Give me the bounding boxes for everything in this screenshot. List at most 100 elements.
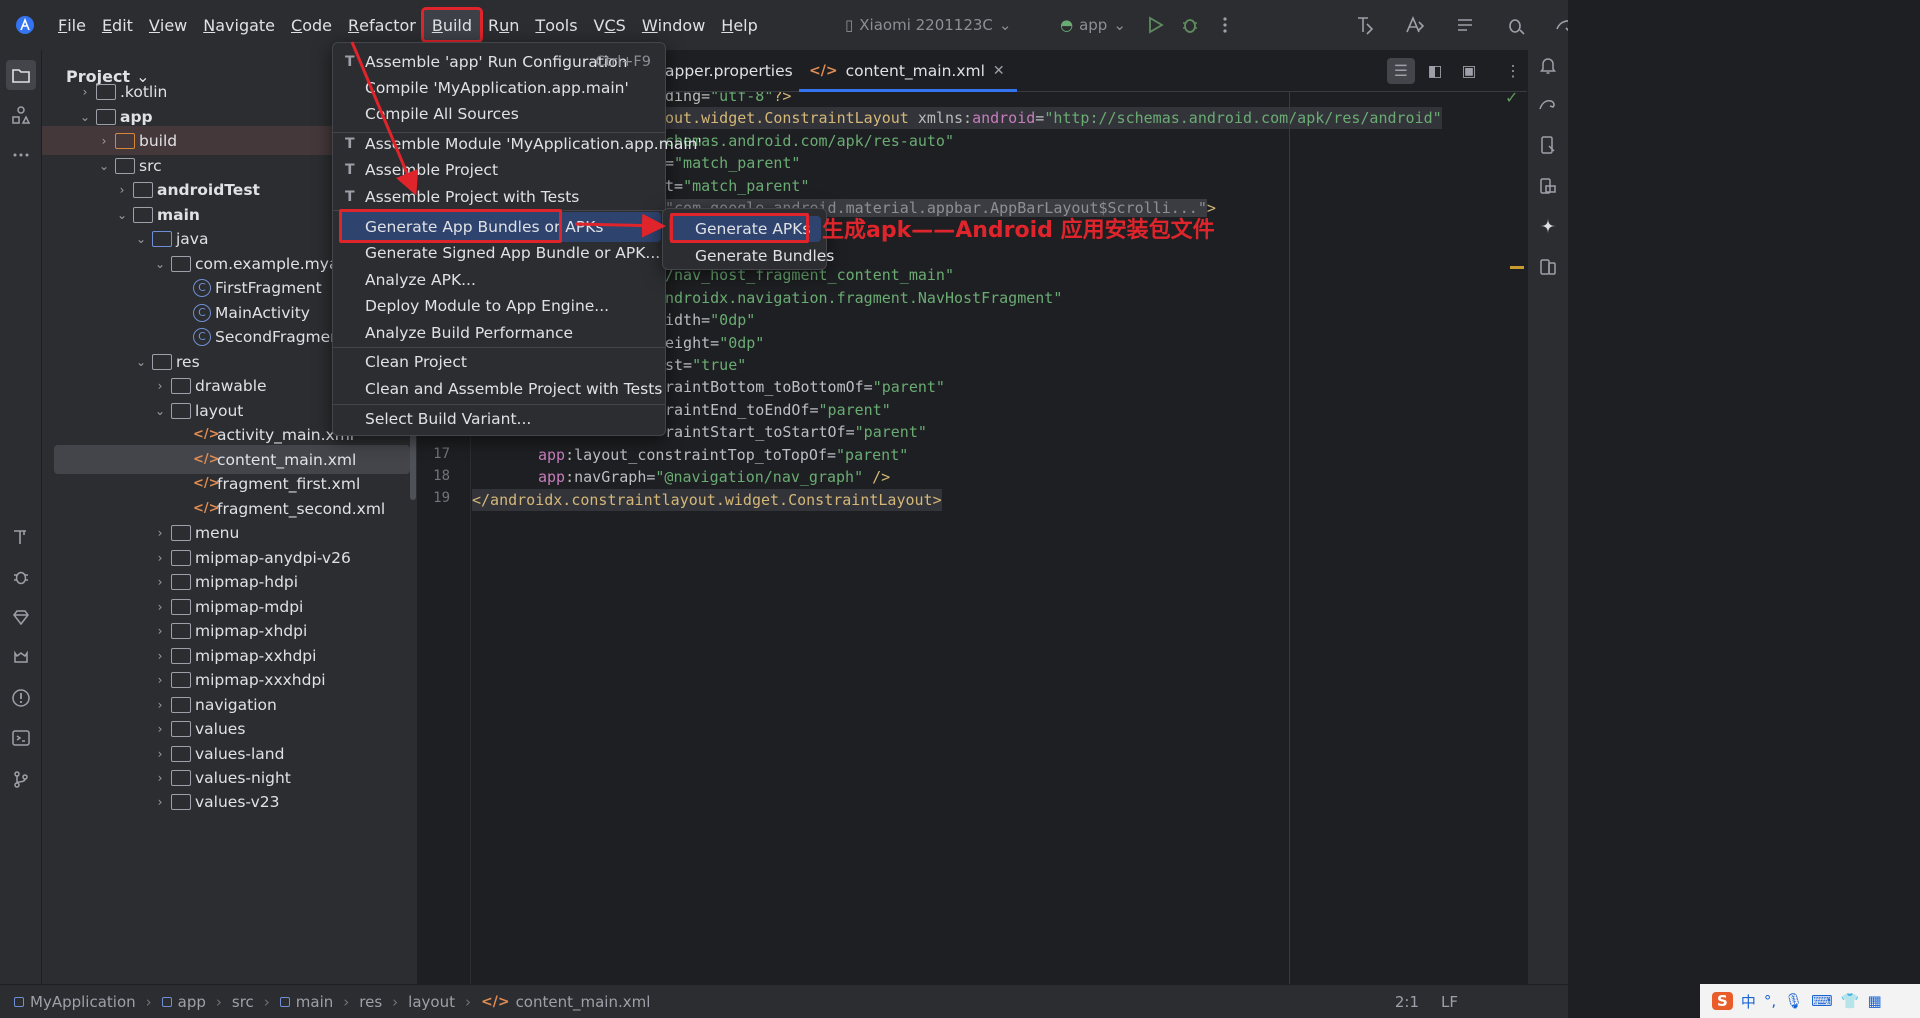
menu-item-label: Assemble Project: [365, 161, 499, 179]
skin-icon[interactable]: 👕: [1841, 992, 1860, 1010]
menu-item-compile-all[interactable]: Compile All Sources: [339, 101, 661, 127]
menu-item-analyze-build-performance[interactable]: Analyze Build Performance: [339, 320, 661, 346]
menu-item-assemble-run-config[interactable]: T Assemble 'app' Run Configuration Ctrl+F9: [339, 49, 661, 75]
source-set-folder-icon: [133, 181, 153, 198]
running-devices-icon[interactable]: [1533, 171, 1563, 201]
resource-manager-icon[interactable]: [6, 100, 36, 130]
chevron-right-icon: ›: [157, 770, 163, 785]
microphone-icon[interactable]: 🎙: [1784, 992, 1803, 1010]
breadcrumb-separator: ›: [215, 992, 222, 1011]
code-line-3: chemas.android.com/apk/res-auto": [665, 132, 954, 150]
sogou-logo-icon[interactable]: S: [1712, 992, 1733, 1010]
menu-item-generate-bundles[interactable]: Generate Bundles: [669, 243, 834, 269]
menu-item-compile-module[interactable]: Compile 'MyApplication.app.main': [339, 75, 661, 101]
tab-wrapper-properties[interactable]: apper.properties: [665, 50, 793, 92]
kotlin-class-icon: C: [193, 327, 211, 346]
build-hammer-icon[interactable]: [6, 522, 36, 552]
code-view-icon[interactable]: ☰: [1387, 58, 1415, 84]
kotlin-class-icon: C: [193, 278, 211, 297]
menu-edit[interactable]: Edit: [94, 10, 141, 40]
breadcrumb-separator: ›: [263, 992, 270, 1011]
breadcrumb-separator: ›: [464, 992, 471, 1011]
profile-icon[interactable]: [1500, 10, 1530, 40]
menu-item-select-build-variant[interactable]: Select Build Variant...: [339, 406, 661, 432]
menu-item-label: Analyze Build Performance: [365, 324, 574, 342]
gemini-sparkle-icon[interactable]: [1533, 211, 1563, 241]
terminal-icon[interactable]: [6, 723, 36, 753]
breadcrumb-layout[interactable]: layout: [408, 993, 455, 1011]
breadcrumb-src[interactable]: src: [232, 993, 254, 1011]
menu-item-deploy-app-engine[interactable]: Deploy Module to App Engine...: [339, 293, 661, 319]
menu-file[interactable]: File: [50, 10, 94, 40]
code-line-11: idth="0dp": [665, 311, 756, 329]
more-vertical-icon[interactable]: [1210, 10, 1240, 40]
menu-tools[interactable]: Tools: [527, 10, 585, 40]
split-view-icon[interactable]: ◧: [1421, 58, 1449, 84]
menu-item-assemble-project[interactable]: T Assemble Project: [339, 157, 661, 183]
menu-build[interactable]: Build: [420, 7, 484, 43]
menu-run[interactable]: Run: [480, 10, 527, 40]
caret-position[interactable]: 2:1: [1395, 993, 1419, 1011]
breadcrumb-file[interactable]: </> content_main.xml: [481, 993, 650, 1011]
folder-icon: [171, 549, 191, 566]
package-icon: [171, 255, 191, 272]
punctuation-icon[interactable]: °,: [1764, 992, 1776, 1010]
line-separator[interactable]: LF: [1441, 993, 1458, 1011]
menu-window[interactable]: Window: [634, 10, 713, 40]
menu-vcs[interactable]: VCS: [586, 10, 634, 40]
menu-item-assemble-project-tests[interactable]: T Assemble Project with Tests: [339, 184, 661, 210]
device-file-explorer-icon[interactable]: [1533, 130, 1563, 160]
menu-item-label: Generate APKs: [695, 220, 811, 238]
ime-toolbar: S 中 °, 🎙 ⌨ 👕 ▦: [1700, 984, 1920, 1018]
run-icon[interactable]: [1140, 10, 1170, 40]
gradle-icon[interactable]: [1533, 89, 1563, 119]
close-tab-icon[interactable]: ✕: [993, 63, 1005, 79]
tab-content-main-xml[interactable]: </> content_main.xml ✕: [799, 50, 1017, 92]
apply-code-changes-icon[interactable]: [1400, 10, 1430, 40]
more-tools-icon[interactable]: [6, 140, 36, 170]
menu-item-assemble-module[interactable]: T Assemble Module 'MyApplication.app.main…: [339, 131, 702, 157]
device-manager-icon[interactable]: [1533, 252, 1563, 282]
logcat-icon[interactable]: [6, 642, 36, 672]
left-tool-strip: [0, 50, 42, 984]
folder-icon: [171, 720, 191, 737]
menu-view[interactable]: View: [141, 10, 195, 40]
gem-icon[interactable]: [6, 602, 36, 632]
breadcrumb-res[interactable]: res: [359, 993, 382, 1011]
code-line-12: eight="0dp": [665, 334, 765, 352]
warning-marker[interactable]: [1510, 266, 1524, 269]
run-config-selector[interactable]: ◓ app ⌄: [1060, 10, 1126, 40]
problems-icon[interactable]: [6, 683, 36, 713]
toolbox-icon[interactable]: ▦: [1868, 992, 1882, 1010]
menu-item-analyze-apk[interactable]: Analyze APK...: [339, 267, 661, 293]
version-control-icon[interactable]: [6, 764, 36, 794]
sync-project-icon[interactable]: [1450, 10, 1480, 40]
menu-help[interactable]: Help: [713, 10, 765, 40]
code-line-4: ="match_parent": [665, 154, 801, 172]
breadcrumb-app[interactable]: app: [161, 993, 206, 1011]
chevron-right-icon: ›: [157, 746, 163, 761]
hammer-icon: T: [345, 54, 355, 70]
breadcrumb-project[interactable]: MyApplication: [14, 993, 136, 1011]
menu-navigate[interactable]: Navigate: [195, 10, 283, 40]
menu-code[interactable]: Code: [283, 10, 340, 40]
apply-changes-icon[interactable]: [1350, 10, 1380, 40]
menu-item-clean-project[interactable]: Clean Project: [339, 349, 661, 375]
android-studio-logo-icon[interactable]: [0, 0, 50, 50]
project-folder-icon[interactable]: [6, 60, 36, 90]
menu-item-generate-apks[interactable]: Generate APKs: [669, 216, 821, 242]
keyboard-icon[interactable]: ⌨: [1811, 992, 1833, 1010]
debug-bug-icon[interactable]: [6, 562, 36, 592]
debug-icon[interactable]: [1175, 10, 1205, 40]
device-selector[interactable]: ▯ Xiaomi 2201123C ⌄: [845, 10, 1011, 40]
menu-item-generate-signed[interactable]: Generate Signed App Bundle or APK...: [339, 240, 661, 266]
menu-refactor[interactable]: Refactor: [340, 10, 424, 40]
breadcrumb-main[interactable]: main: [279, 993, 333, 1011]
tree-item-values-v23[interactable]: › values-v23: [42, 787, 417, 816]
menu-item-clean-assemble[interactable]: Clean and Assemble Project with Tests: [339, 376, 662, 402]
notifications-bell-icon[interactable]: [1533, 50, 1563, 80]
design-view-icon[interactable]: ▣: [1455, 58, 1483, 84]
more-vertical-icon[interactable]: ⋮: [1499, 58, 1527, 84]
menu-item-generate-bundles-apks[interactable]: Generate App Bundles or APKs: [339, 212, 661, 242]
ime-mode-label[interactable]: 中: [1741, 991, 1756, 1012]
